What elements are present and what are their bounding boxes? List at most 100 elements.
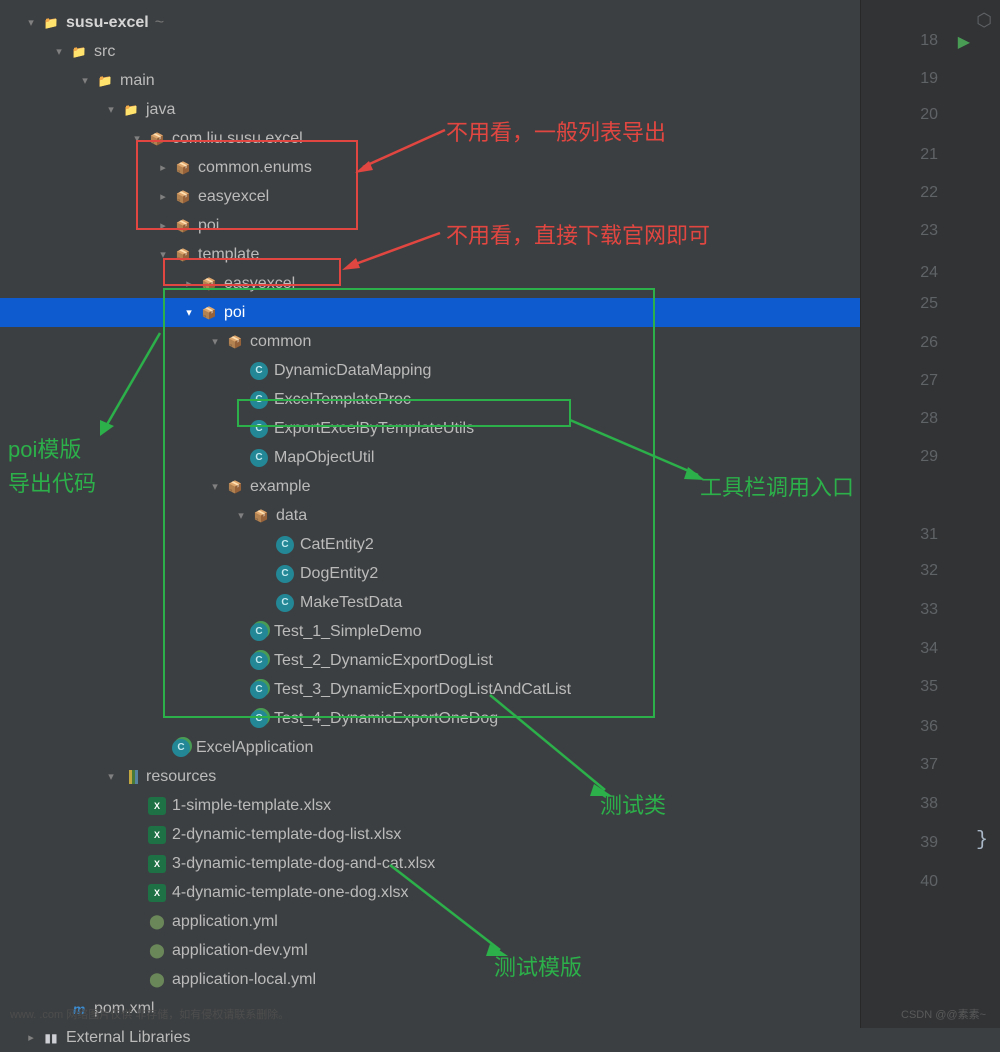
- tree-label: Test_1_SimpleDemo: [274, 623, 422, 641]
- tree-item-external-libraries[interactable]: ▸ ▮▮ External Libraries: [0, 1023, 860, 1052]
- tree-item-file[interactable]: ⬤ application-local.yml: [0, 965, 860, 994]
- tree-item-class[interactable]: C ExcelApplication: [0, 733, 860, 762]
- line-number: 22: [920, 184, 938, 202]
- line-number: 25: [920, 295, 938, 313]
- tree-item-template[interactable]: ▾ 📦 template: [0, 240, 860, 269]
- class-icon: C: [250, 449, 268, 467]
- run-icon[interactable]: ▶: [958, 32, 970, 52]
- library-icon: ▮▮: [42, 1029, 60, 1047]
- line-number: 18: [920, 32, 938, 50]
- yaml-icon: ⬤: [148, 913, 166, 931]
- class-icon: C: [172, 739, 190, 757]
- tree-label: common: [250, 333, 311, 351]
- tree-item-file[interactable]: X 2-dynamic-template-dog-list.xlsx: [0, 820, 860, 849]
- class-icon: C: [250, 362, 268, 380]
- tree-item-template-easyexcel[interactable]: ▸ 📦 easyexcel: [0, 269, 860, 298]
- package-icon: 📦: [174, 188, 192, 206]
- tree-label: com.liu.susu.excel: [172, 130, 303, 148]
- yaml-icon: ⬤: [148, 971, 166, 989]
- tree-label: src: [94, 43, 115, 61]
- class-icon: C: [250, 681, 268, 699]
- tree-item-class[interactable]: C MakeTestData: [0, 588, 860, 617]
- chevron-down-icon: ▾: [104, 103, 118, 116]
- tree-item-poi[interactable]: ▸ 📦 poi: [0, 211, 860, 240]
- tree-label: poi: [224, 304, 245, 322]
- xlsx-icon: X: [148, 855, 166, 873]
- tree-item-java[interactable]: ▾ 📁 java: [0, 95, 860, 124]
- chevron-down-icon: ▾: [78, 74, 92, 87]
- line-number: 31: [920, 526, 938, 544]
- line-number: 34: [920, 640, 938, 658]
- line-number: 38: [920, 795, 938, 813]
- tree-label: application-dev.yml: [172, 942, 308, 960]
- tree-item-class[interactable]: C Test_3_DynamicExportDogListAndCatList: [0, 675, 860, 704]
- line-number: 26: [920, 334, 938, 352]
- xlsx-icon: X: [148, 826, 166, 844]
- tree-item-class[interactable]: C Test_4_DynamicExportOneDog: [0, 704, 860, 733]
- chevron-right-icon: ▸: [24, 1031, 38, 1044]
- chevron-right-icon: ▸: [182, 277, 196, 290]
- tree-label: DynamicDataMapping: [274, 362, 431, 380]
- tree-item-template-poi[interactable]: ▾ 📦 poi: [0, 298, 860, 327]
- tree-item-file[interactable]: ⬤ application-dev.yml: [0, 936, 860, 965]
- chevron-right-icon: ▸: [156, 190, 170, 203]
- tree-item-class[interactable]: C ExportExcelByTemplateUtils: [0, 414, 860, 443]
- tree-label: resources: [146, 768, 216, 786]
- tree-item-easyexcel[interactable]: ▸ 📦 easyexcel: [0, 182, 860, 211]
- package-icon: 📦: [174, 159, 192, 177]
- package-icon: 📦: [252, 507, 270, 525]
- tree-item-example[interactable]: ▾ 📦 example: [0, 472, 860, 501]
- chevron-down-icon: ▾: [208, 335, 222, 348]
- tree-item-class[interactable]: C Test_2_DynamicExportDogList: [0, 646, 860, 675]
- tree-item-file[interactable]: ⬤ application.yml: [0, 907, 860, 936]
- line-number: 20: [920, 106, 938, 124]
- line-number: 21: [920, 146, 938, 164]
- class-icon: C: [276, 565, 294, 583]
- tree-label: example: [250, 478, 310, 496]
- chevron-down-icon: ▾: [208, 480, 222, 493]
- tree-item-class[interactable]: C DynamicDataMapping: [0, 356, 860, 385]
- package-icon: 📦: [148, 130, 166, 148]
- tree-item-common[interactable]: ▾ 📦 common: [0, 327, 860, 356]
- tree-label: Test_4_DynamicExportOneDog: [274, 710, 498, 728]
- tree-label: DogEntity2: [300, 565, 378, 583]
- xlsx-icon: X: [148, 797, 166, 815]
- tree-item-class[interactable]: C DogEntity2: [0, 559, 860, 588]
- tree-item-src[interactable]: ▾ 📁 src: [0, 37, 860, 66]
- project-tree[interactable]: ▾ 📁 susu-excel ~ ▾ 📁 src ▾ 📁 main ▾ 📁 ja…: [0, 0, 860, 1052]
- tree-label: easyexcel: [198, 188, 269, 206]
- tree-item-file[interactable]: X 3-dynamic-template-dog-and-cat.xlsx: [0, 849, 860, 878]
- tree-item-file[interactable]: X 4-dynamic-template-one-dog.xlsx: [0, 878, 860, 907]
- yaml-icon: ⬤: [148, 942, 166, 960]
- code-brace: }: [976, 829, 988, 852]
- tree-item-class[interactable]: C MapObjectUtil: [0, 443, 860, 472]
- chevron-down-icon: ▾: [156, 248, 170, 261]
- chevron-down-icon: ▾: [52, 45, 66, 58]
- chevron-down-icon: ▾: [130, 132, 144, 145]
- tree-label: poi: [198, 217, 219, 235]
- tree-label: MakeTestData: [300, 594, 402, 612]
- tree-item-data[interactable]: ▾ 📦 data: [0, 501, 860, 530]
- tree-label: application.yml: [172, 913, 278, 931]
- tree-label: ExportExcelByTemplateUtils: [274, 420, 474, 438]
- tree-item-main[interactable]: ▾ 📁 main: [0, 66, 860, 95]
- class-icon: C: [276, 594, 294, 612]
- tree-item-package[interactable]: ▾ 📦 com.liu.susu.excel: [0, 124, 860, 153]
- tree-item-class[interactable]: C ExcelTemplateProc: [0, 385, 860, 414]
- tree-item-file[interactable]: X 1-simple-template.xlsx: [0, 791, 860, 820]
- bookmark-icon[interactable]: ⬡: [976, 10, 992, 31]
- class-icon: C: [276, 536, 294, 554]
- line-number: 33: [920, 601, 938, 619]
- tree-item-root[interactable]: ▾ 📁 susu-excel ~: [0, 8, 860, 37]
- tree-item-class[interactable]: C Test_1_SimpleDemo: [0, 617, 860, 646]
- chevron-down-icon: ▾: [104, 770, 118, 783]
- chevron-right-icon: ▸: [156, 219, 170, 232]
- tree-label: Test_3_DynamicExportDogListAndCatList: [274, 681, 571, 699]
- tree-suffix: ~: [155, 14, 164, 32]
- tree-item-common-enums[interactable]: ▸ 📦 common.enums: [0, 153, 860, 182]
- editor-gutter: ⬡ ▶ 181920212223242526272829313233343536…: [860, 0, 1000, 1028]
- tree-item-class[interactable]: C CatEntity2: [0, 530, 860, 559]
- line-number: 40: [920, 873, 938, 891]
- folder-icon: 📁: [96, 72, 114, 90]
- tree-item-resources[interactable]: ▾ resources: [0, 762, 860, 791]
